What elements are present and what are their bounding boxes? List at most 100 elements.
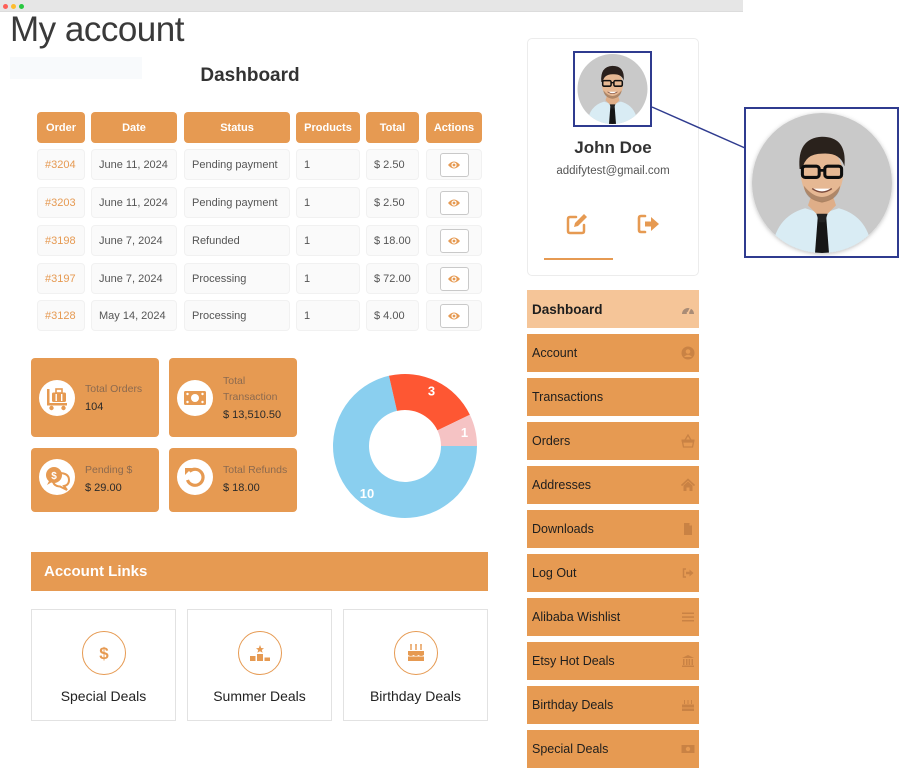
eye-icon — [448, 312, 460, 319]
podium-star-icon — [237, 631, 282, 675]
account-link-birthday-deals[interactable]: Birthday Deals — [343, 609, 488, 721]
eye-icon — [448, 275, 460, 282]
sidebar-item-label: Orders — [532, 434, 571, 448]
cell-total: $ 18.00 — [366, 225, 419, 256]
tachometer-icon — [682, 306, 694, 315]
avatar[interactable] — [575, 53, 650, 125]
sidebar-item-downloads[interactable]: Downloads — [527, 510, 699, 548]
sidebar-item-label: Transactions — [532, 390, 604, 404]
stat-label: Total Orders — [85, 383, 143, 395]
stat-card-pending: $ Pending $ $ 29.00 — [31, 448, 159, 512]
cell-products: 1 — [296, 300, 360, 331]
undo-icon — [177, 459, 213, 495]
cell-actions — [426, 225, 482, 256]
money-bill-icon — [177, 380, 213, 416]
maximize-window-button[interactable] — [19, 4, 24, 9]
order-number-link[interactable]: #3203 — [37, 187, 85, 218]
page-title: My account — [10, 10, 184, 49]
sidebar-item-log-out[interactable]: Log Out — [527, 554, 699, 592]
stat-value: 104 — [85, 401, 104, 413]
file-icon — [684, 523, 692, 535]
account-links-header: Account Links — [31, 552, 488, 591]
account-link-special-deals[interactable]: $ Special Deals — [31, 609, 176, 721]
cell-date: June 7, 2024 — [91, 225, 177, 256]
cell-date: June 11, 2024 — [91, 187, 177, 218]
home-icon — [681, 478, 695, 491]
sidebar-item-account[interactable]: Account — [527, 334, 699, 372]
account-link-summer-deals[interactable]: Summer Deals — [187, 609, 332, 721]
luggage-cart-icon — [39, 380, 75, 416]
avatar-zoom-callout — [744, 107, 899, 258]
cell-status: Pending payment — [184, 187, 290, 218]
stat-card-total-refunds: Total Refunds $ 18.00 — [169, 448, 297, 512]
dollar-icon: $ — [81, 631, 126, 675]
order-number-link[interactable]: #3204 — [37, 149, 85, 180]
donut-data-label-1: 3 — [428, 384, 435, 399]
close-window-button[interactable] — [3, 4, 8, 9]
bars-icon — [682, 612, 694, 622]
view-order-button[interactable] — [439, 228, 469, 253]
user-circle-icon — [681, 346, 695, 360]
cell-date: June 7, 2024 — [91, 263, 177, 294]
sidebar-item-label: Account — [532, 346, 578, 360]
cell-actions — [426, 263, 482, 294]
sidebar-item-orders[interactable]: Orders — [527, 422, 699, 460]
column-header-order: Order — [37, 112, 85, 143]
eye-icon — [448, 199, 460, 206]
stat-card-total-orders: Total Orders 104 — [31, 358, 159, 437]
stat-value: $ 29.00 — [85, 482, 122, 494]
sidebar-item-label: Etsy Hot Deals — [532, 654, 615, 668]
order-number-link[interactable]: #3197 — [37, 263, 85, 294]
placeholder-block — [10, 57, 142, 79]
sidebar-item-addresses[interactable]: Addresses — [527, 466, 699, 504]
eye-icon — [448, 237, 460, 244]
sidebar-item-label: Dashboard — [532, 301, 603, 317]
stat-value: $ 13,510.50 — [223, 409, 282, 421]
order-number-link[interactable]: #3198 — [37, 225, 85, 256]
account-link-label: Special Deals — [60, 688, 147, 704]
view-order-button[interactable] — [439, 152, 469, 177]
sidebar-item-special-deals[interactable]: Special Deals — [527, 730, 699, 768]
cell-status: Processing — [184, 300, 290, 331]
cell-status: Refunded — [184, 225, 290, 256]
cell-total: $ 2.50 — [366, 187, 419, 218]
sidebar-item-etsy-hot-deals[interactable]: Etsy Hot Deals — [527, 642, 699, 680]
order-number-link[interactable]: #3128 — [37, 300, 85, 331]
basket-icon — [681, 434, 695, 448]
column-header-actions: Actions — [426, 112, 482, 143]
minimize-window-button[interactable] — [11, 4, 16, 9]
money-bill-icon — [681, 745, 695, 753]
sign-out-icon[interactable] — [637, 214, 661, 234]
donut-data-label-0: 10 — [360, 486, 374, 501]
cell-date: June 11, 2024 — [91, 149, 177, 180]
stat-label-line1: Total — [223, 375, 246, 387]
edit-icon[interactable] — [566, 213, 588, 235]
profile-email: addifytest@gmail.com — [556, 165, 670, 177]
cell-total: $ 72.00 — [366, 263, 419, 294]
cell-status: Processing — [184, 263, 290, 294]
svg-text:$: $ — [99, 644, 109, 663]
view-order-button[interactable] — [439, 266, 469, 291]
sidebar-item-birthday-deals[interactable]: Birthday Deals — [527, 686, 699, 724]
stat-label-line2: Transaction — [223, 391, 278, 403]
sidebar-item-label: Alibaba Wishlist — [532, 610, 621, 624]
sidebar-item-dashboard[interactable]: Dashboard — [527, 290, 699, 328]
cell-products: 1 — [296, 225, 360, 256]
bank-icon — [682, 655, 694, 667]
sidebar-item-transactions[interactable]: Transactions — [527, 378, 699, 416]
view-order-button[interactable] — [439, 190, 469, 215]
stat-label: Pending $ — [85, 464, 133, 476]
view-order-button[interactable] — [439, 303, 469, 328]
sidebar-item-label: Log Out — [532, 566, 577, 580]
column-header-products: Products — [296, 112, 360, 143]
sidebar-item-alibaba-wishlist[interactable]: Alibaba Wishlist — [527, 598, 699, 636]
cell-date: May 14, 2024 — [91, 300, 177, 331]
birthday-cake-icon — [393, 631, 438, 675]
cell-actions — [426, 187, 482, 218]
account-link-label: Birthday Deals — [369, 688, 462, 704]
sidebar-item-label: Addresses — [532, 478, 592, 492]
sidebar-item-label: Birthday Deals — [532, 698, 614, 712]
stat-value: $ 18.00 — [223, 482, 260, 494]
column-header-status: Status — [184, 112, 290, 143]
avatar-highlight-box — [573, 51, 652, 127]
